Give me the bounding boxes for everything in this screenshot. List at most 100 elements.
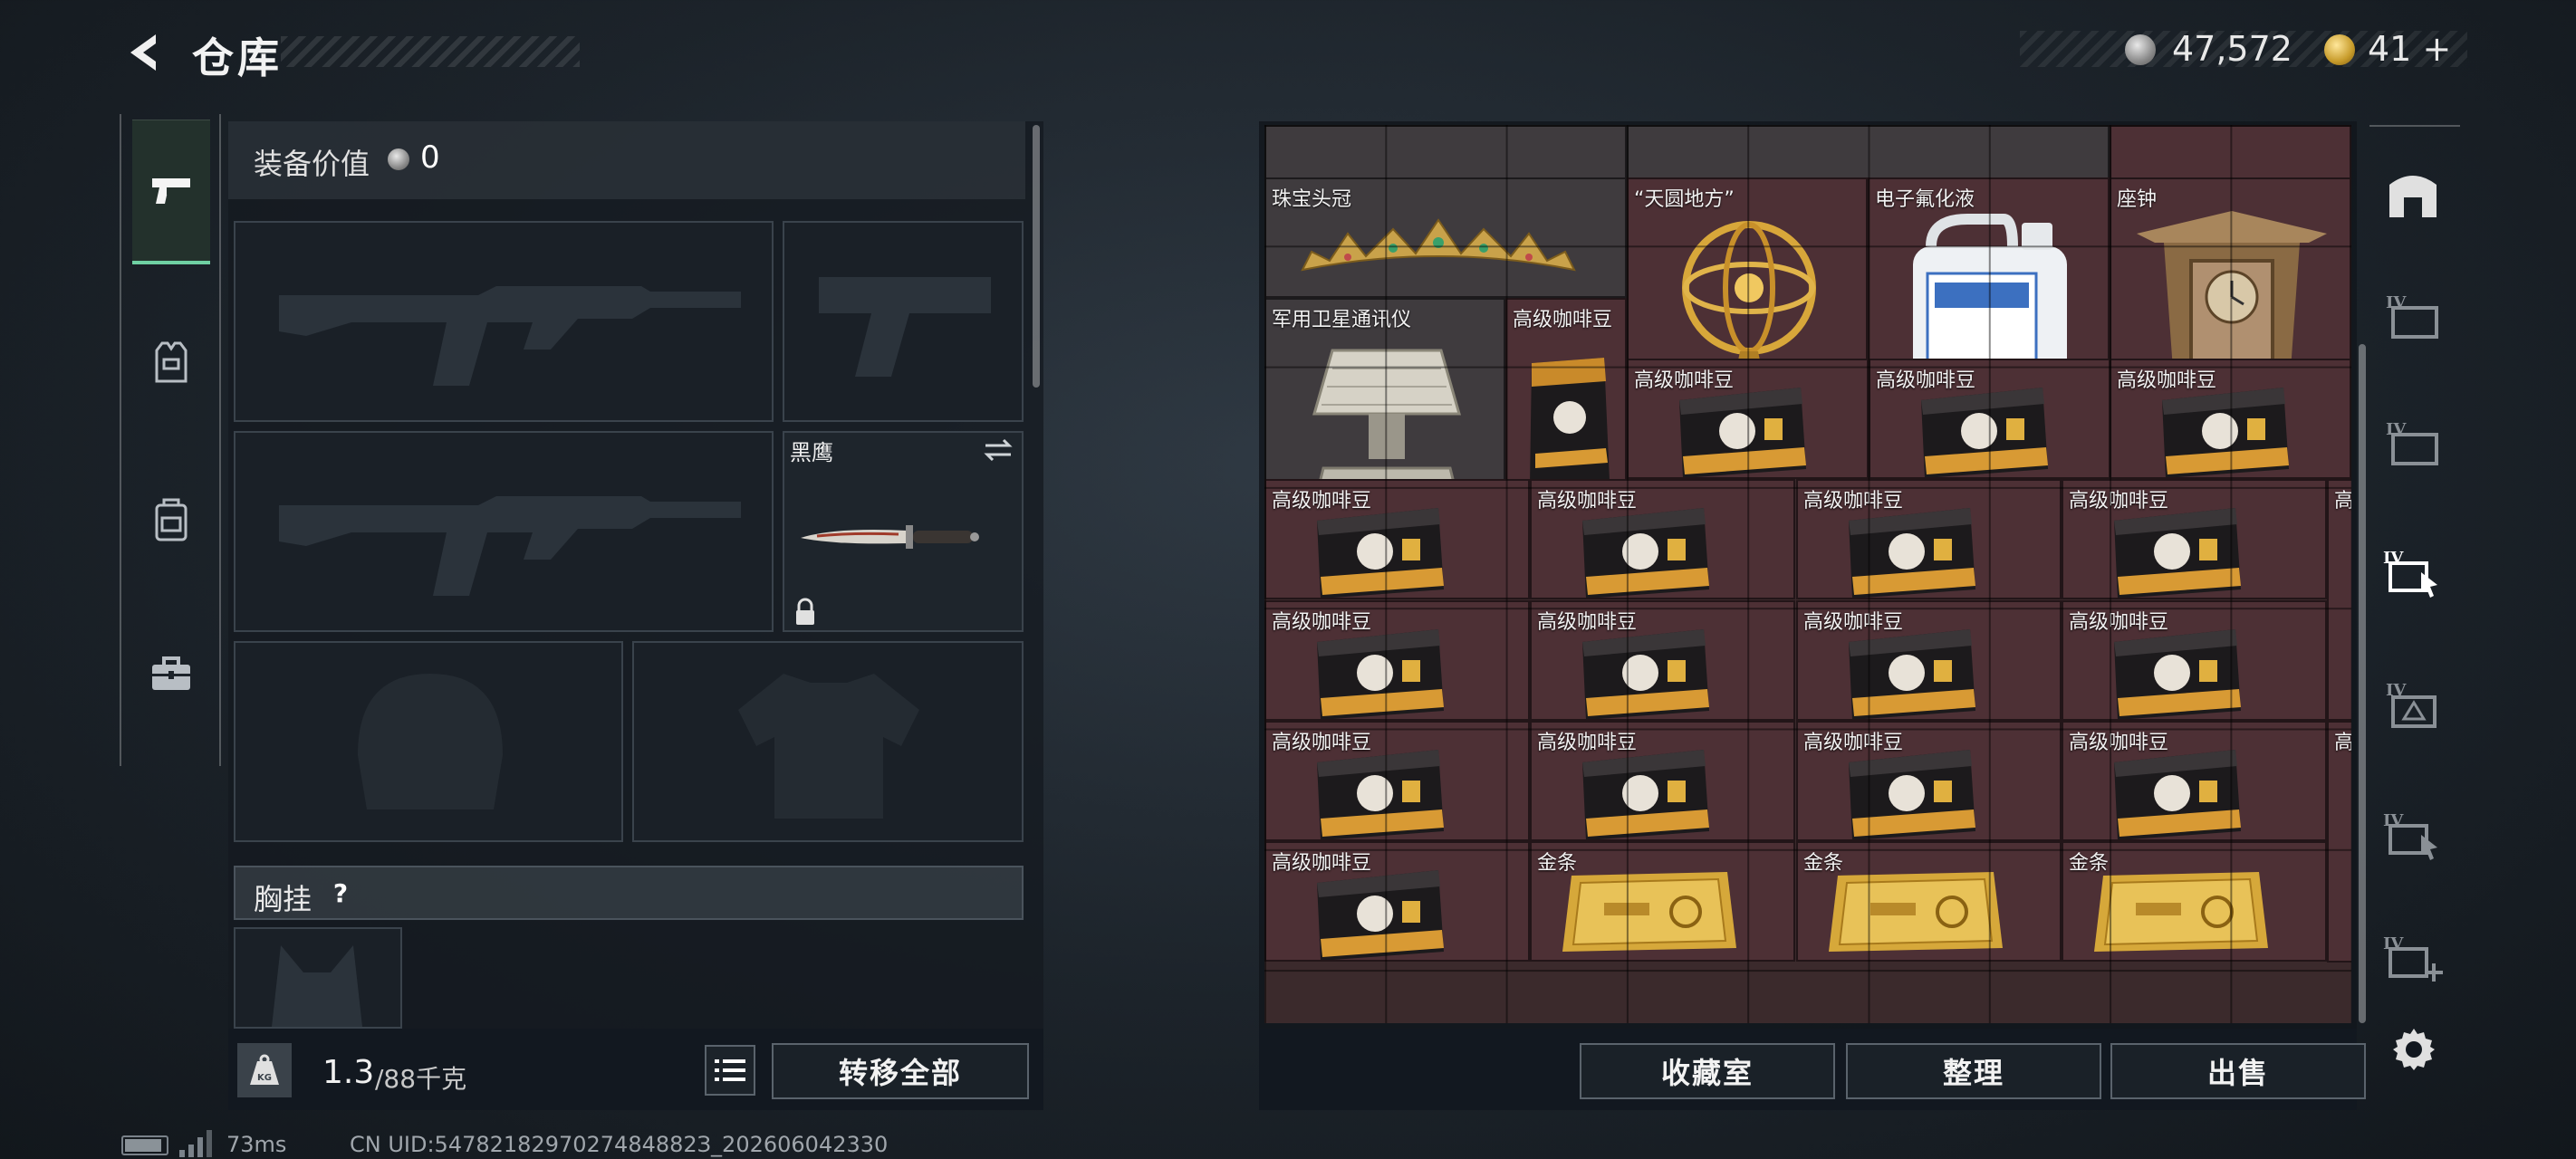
storage-item-partial[interactable] [2110, 125, 2351, 179]
tab-case[interactable] [132, 601, 210, 746]
coffee-bag-icon [2114, 629, 2241, 719]
crown-icon [1301, 218, 1576, 272]
storage-item-coffee[interactable]: 高级咖啡豆 [1627, 359, 1869, 479]
coffee-bag-icon [2114, 508, 2241, 598]
coffee-bag-icon [2344, 777, 2351, 913]
primary-weapon-slot[interactable] [234, 221, 774, 422]
back-button[interactable] [118, 25, 172, 80]
item-name: 电子氟化液 [1875, 188, 1975, 211]
iv-box-icon: IV [2386, 420, 2438, 465]
coffee-bag-icon [1317, 870, 1444, 960]
building-icon [2389, 176, 2437, 217]
sidebar-item-storage-5[interactable]: IV [2375, 666, 2451, 742]
coffee-bag-icon [1582, 750, 1709, 839]
coffee-bag-icon [1849, 508, 1975, 598]
sell-button[interactable]: 出售 [2110, 1043, 2366, 1099]
coffee-bag-icon [1530, 358, 1610, 486]
gold-bar-icon [1829, 872, 2003, 952]
iv-cursor-icon: IV [2383, 811, 2437, 860]
coffee-bag-icon [1679, 388, 1806, 477]
storage-item-partial[interactable] [1627, 125, 2110, 179]
pistol-silhouette-icon [819, 277, 991, 377]
storage-item-coffee[interactable]: 高级咖啡豆 [2327, 721, 2351, 963]
iv-cursor-icon: IV [2383, 549, 2437, 598]
storage-item-gold-bar[interactable]: 金条 [1796, 841, 2062, 962]
backpack-icon [155, 498, 187, 541]
secondary-weapon-slot[interactable] [234, 431, 774, 632]
equipment-value: 0 [420, 139, 440, 176]
coffee-bag-icon [1921, 388, 2048, 477]
storage-item-coffee[interactable]: 高级咖啡豆 [2062, 479, 2327, 599]
coffee-bag-icon [2114, 750, 2241, 839]
silver-coin-icon [388, 148, 409, 170]
tab-armor[interactable] [132, 290, 210, 435]
signal-icon [178, 1130, 214, 1159]
list-icon [715, 1059, 745, 1081]
sidebar-item-storage-active[interactable]: IV [2375, 534, 2451, 610]
storage-item-coffee[interactable]: 高级咖啡豆 [1264, 479, 1530, 599]
storage-item-coffee[interactable]: 高级咖啡豆 [1264, 841, 1530, 962]
armor-vest-icon [155, 341, 187, 383]
loadout-scrollbar[interactable] [1033, 125, 1040, 388]
coffee-bag-icon [1317, 750, 1444, 839]
gold-amount-value: 41 [2368, 29, 2412, 69]
iv-alert-icon: IV [2386, 681, 2437, 728]
weight-icon: KG [237, 1043, 292, 1097]
sidebar-item-main-storage[interactable] [2375, 156, 2451, 232]
tab-weapons[interactable] [132, 120, 210, 264]
sidebar-item-storage-6[interactable]: IV [2375, 797, 2451, 873]
sort-button[interactable]: 整理 [1846, 1043, 2101, 1099]
sidebar-item-storage-3[interactable]: IV [2375, 404, 2451, 480]
chest-rig-slot[interactable] [234, 927, 402, 1029]
pistol-icon [152, 177, 190, 204]
storage-item-coffee[interactable]: 高级咖啡豆 [1796, 600, 2062, 721]
storage-item-coffee[interactable]: 高级咖啡豆 [2110, 359, 2351, 479]
gold-bar-icon [2094, 872, 2268, 952]
chevron-left-icon [130, 34, 156, 71]
sidebar-item-storage-2[interactable]: IV [2375, 277, 2451, 353]
storage-item-coffee[interactable]: 高级咖啡豆 [2327, 479, 2351, 721]
weight-current: 1.3 [322, 1054, 375, 1091]
storage-scrollbar[interactable] [2359, 344, 2366, 1023]
pistol-slot[interactable] [783, 221, 1024, 422]
weight-capacity: /88千克 [375, 1064, 467, 1094]
ping-text: 73ms [226, 1132, 287, 1157]
item-name: 高级咖啡豆 [2334, 726, 2351, 755]
storage-item-coffee[interactable]: 高级咖啡豆 [1869, 359, 2110, 479]
storage-item-crown[interactable]: 珠宝头冠 [1264, 177, 1627, 298]
storage-item-coffee[interactable]: 高级咖啡豆 [2062, 600, 2327, 721]
coffee-bag-icon [2162, 388, 2289, 477]
storage-item-coffee[interactable]: 高级咖啡豆 [1530, 721, 1795, 841]
item-name: 高级咖啡豆 [1513, 309, 1613, 331]
help-icon[interactable]: ? [322, 875, 359, 911]
vault-button[interactable]: 收藏室 [1580, 1043, 1835, 1099]
storage-item-gold-bar[interactable]: 金条 [1530, 841, 1795, 962]
list-view-button[interactable] [705, 1045, 755, 1096]
transfer-all-button[interactable]: 转移全部 [772, 1043, 1029, 1099]
silver-coin-icon [2125, 34, 2156, 65]
settings-gear-icon[interactable] [2382, 1018, 2446, 1081]
title-decoration [281, 36, 580, 67]
vest-silhouette-icon [738, 674, 919, 819]
storage-item-coffee[interactable]: 高级咖啡豆 [1264, 721, 1530, 841]
storage-item-partial[interactable] [1264, 125, 1627, 179]
storage-item-coffee[interactable]: 高级咖啡豆 [1796, 479, 2062, 599]
add-gold-button[interactable]: + [2422, 29, 2451, 69]
swap-icon[interactable] [982, 436, 1014, 467]
melee-item-name: 黑鹰 [790, 440, 833, 465]
coffee-bag-icon [1582, 508, 1709, 598]
storage-item-coffee[interactable]: 高级咖啡豆 [1796, 721, 2062, 841]
storage-item-coffee[interactable]: 高级咖啡豆 [2062, 721, 2327, 841]
body-armor-slot[interactable] [632, 641, 1024, 842]
iv-box-icon: IV [2386, 293, 2438, 339]
storage-item-gold-bar[interactable]: 金条 [2062, 841, 2327, 962]
helmet-slot[interactable] [234, 641, 623, 842]
sidebar-item-add-storage[interactable]: IV [2375, 920, 2451, 996]
gold-amount[interactable]: 41 + [2368, 29, 2451, 69]
tab-backpack[interactable] [132, 447, 210, 592]
storage-item-coffee[interactable]: 高级咖啡豆 [1530, 600, 1795, 721]
storage-item-coffee[interactable]: 高级咖啡豆 [1264, 600, 1530, 721]
helmet-silhouette-icon [358, 674, 503, 809]
coffee-bag-icon [1849, 629, 1975, 719]
storage-item-coffee[interactable]: 高级咖啡豆 [1530, 479, 1795, 599]
